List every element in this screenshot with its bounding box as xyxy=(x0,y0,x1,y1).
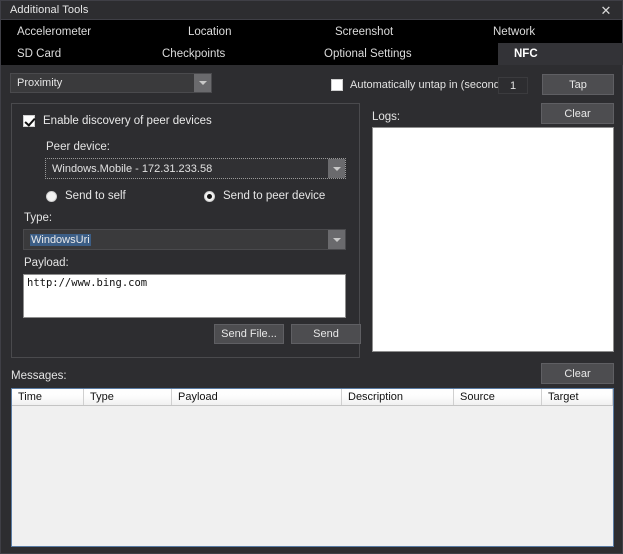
radio-circle xyxy=(204,190,215,202)
messages-label: Messages: xyxy=(11,370,67,382)
peer-devices-group: Enable discovery of peer devices Peer de… xyxy=(11,103,361,358)
radio-circle xyxy=(46,190,57,202)
type-label: Type: xyxy=(24,212,53,224)
column-header-description[interactable]: Description xyxy=(342,389,454,405)
tab-accelerometer[interactable]: Accelerometer xyxy=(5,21,91,43)
enable-discovery-checkbox[interactable]: Enable discovery of peer devices xyxy=(23,115,212,127)
radio-send-to-peer-device-label: Send to peer device xyxy=(223,190,326,202)
tab-checkpoints[interactable]: Checkpoints xyxy=(150,43,225,65)
nfc-panel: Enable discovery of peer devices Peer de… xyxy=(1,99,622,553)
tap-button[interactable]: Tap xyxy=(542,74,614,95)
nfc-toolbar: Proximity Automatically untap in (second… xyxy=(1,65,622,99)
payload-input[interactable]: http://www.bing.com xyxy=(23,274,346,318)
type-combo[interactable]: WindowsUri xyxy=(23,229,346,250)
radio-send-to-self[interactable]: Send to self xyxy=(46,190,126,202)
auto-untap-seconds-input[interactable]: 1 xyxy=(498,77,528,94)
type-combo-value: WindowsUri xyxy=(30,233,91,246)
peer-device-label: Peer device: xyxy=(46,141,110,153)
tab-location[interactable]: Location xyxy=(176,21,231,43)
column-header-target[interactable]: Target xyxy=(542,389,613,405)
auto-untap-label: Automatically untap in (seconds): xyxy=(350,79,513,91)
logs-label: Logs: xyxy=(372,111,401,123)
chevron-down-icon[interactable] xyxy=(194,74,211,92)
messages-grid: Time Type Payload Description Source Tar… xyxy=(11,388,614,547)
peer-device-combo-value: Windows.Mobile - 172.31.233.58 xyxy=(52,162,213,175)
tab-optional-settings[interactable]: Optional Settings xyxy=(312,43,412,65)
close-icon[interactable]: ✕ xyxy=(595,1,617,20)
tab-sd-card[interactable]: SD Card xyxy=(5,43,61,65)
send-file-button[interactable]: Send File... xyxy=(214,324,284,344)
mode-combo[interactable]: Proximity xyxy=(10,73,212,93)
type-combo-value-wrap: WindowsUri xyxy=(24,233,328,246)
auto-untap-checkbox[interactable]: Automatically untap in (seconds): xyxy=(331,79,512,91)
column-header-type[interactable]: Type xyxy=(84,389,172,405)
messages-grid-header: Time Type Payload Description Source Tar… xyxy=(12,389,613,406)
logs-textarea[interactable] xyxy=(372,127,614,352)
title-bar: Additional Tools ✕ xyxy=(1,1,622,20)
checkbox-box xyxy=(23,115,35,127)
checkbox-box xyxy=(331,79,343,91)
radio-send-to-peer-device[interactable]: Send to peer device xyxy=(204,190,325,202)
mode-combo-value: Proximity xyxy=(17,77,63,89)
messages-clear-button[interactable]: Clear xyxy=(541,363,614,384)
window-title: Additional Tools xyxy=(10,4,89,16)
peer-device-combo[interactable]: Windows.Mobile - 172.31.233.58 xyxy=(45,158,346,179)
tab-network[interactable]: Network xyxy=(481,21,535,43)
tab-screenshot[interactable]: Screenshot xyxy=(323,21,393,43)
logs-clear-button[interactable]: Clear xyxy=(541,103,614,124)
tab-strip: Accelerometer Location Screenshot Networ… xyxy=(1,20,623,65)
radio-send-to-self-label: Send to self xyxy=(65,190,126,202)
chevron-down-icon[interactable] xyxy=(328,230,345,249)
additional-tools-window: Additional Tools ✕ Accelerometer Locatio… xyxy=(0,0,623,554)
payload-label: Payload: xyxy=(24,257,69,269)
column-header-payload[interactable]: Payload xyxy=(172,389,342,405)
send-button[interactable]: Send xyxy=(291,324,361,344)
tab-nfc[interactable]: NFC xyxy=(498,43,623,65)
messages-grid-body[interactable] xyxy=(12,406,613,546)
enable-discovery-label: Enable discovery of peer devices xyxy=(43,115,212,127)
column-header-source[interactable]: Source xyxy=(454,389,542,405)
chevron-down-icon[interactable] xyxy=(328,159,345,178)
column-header-time[interactable]: Time xyxy=(12,389,84,405)
